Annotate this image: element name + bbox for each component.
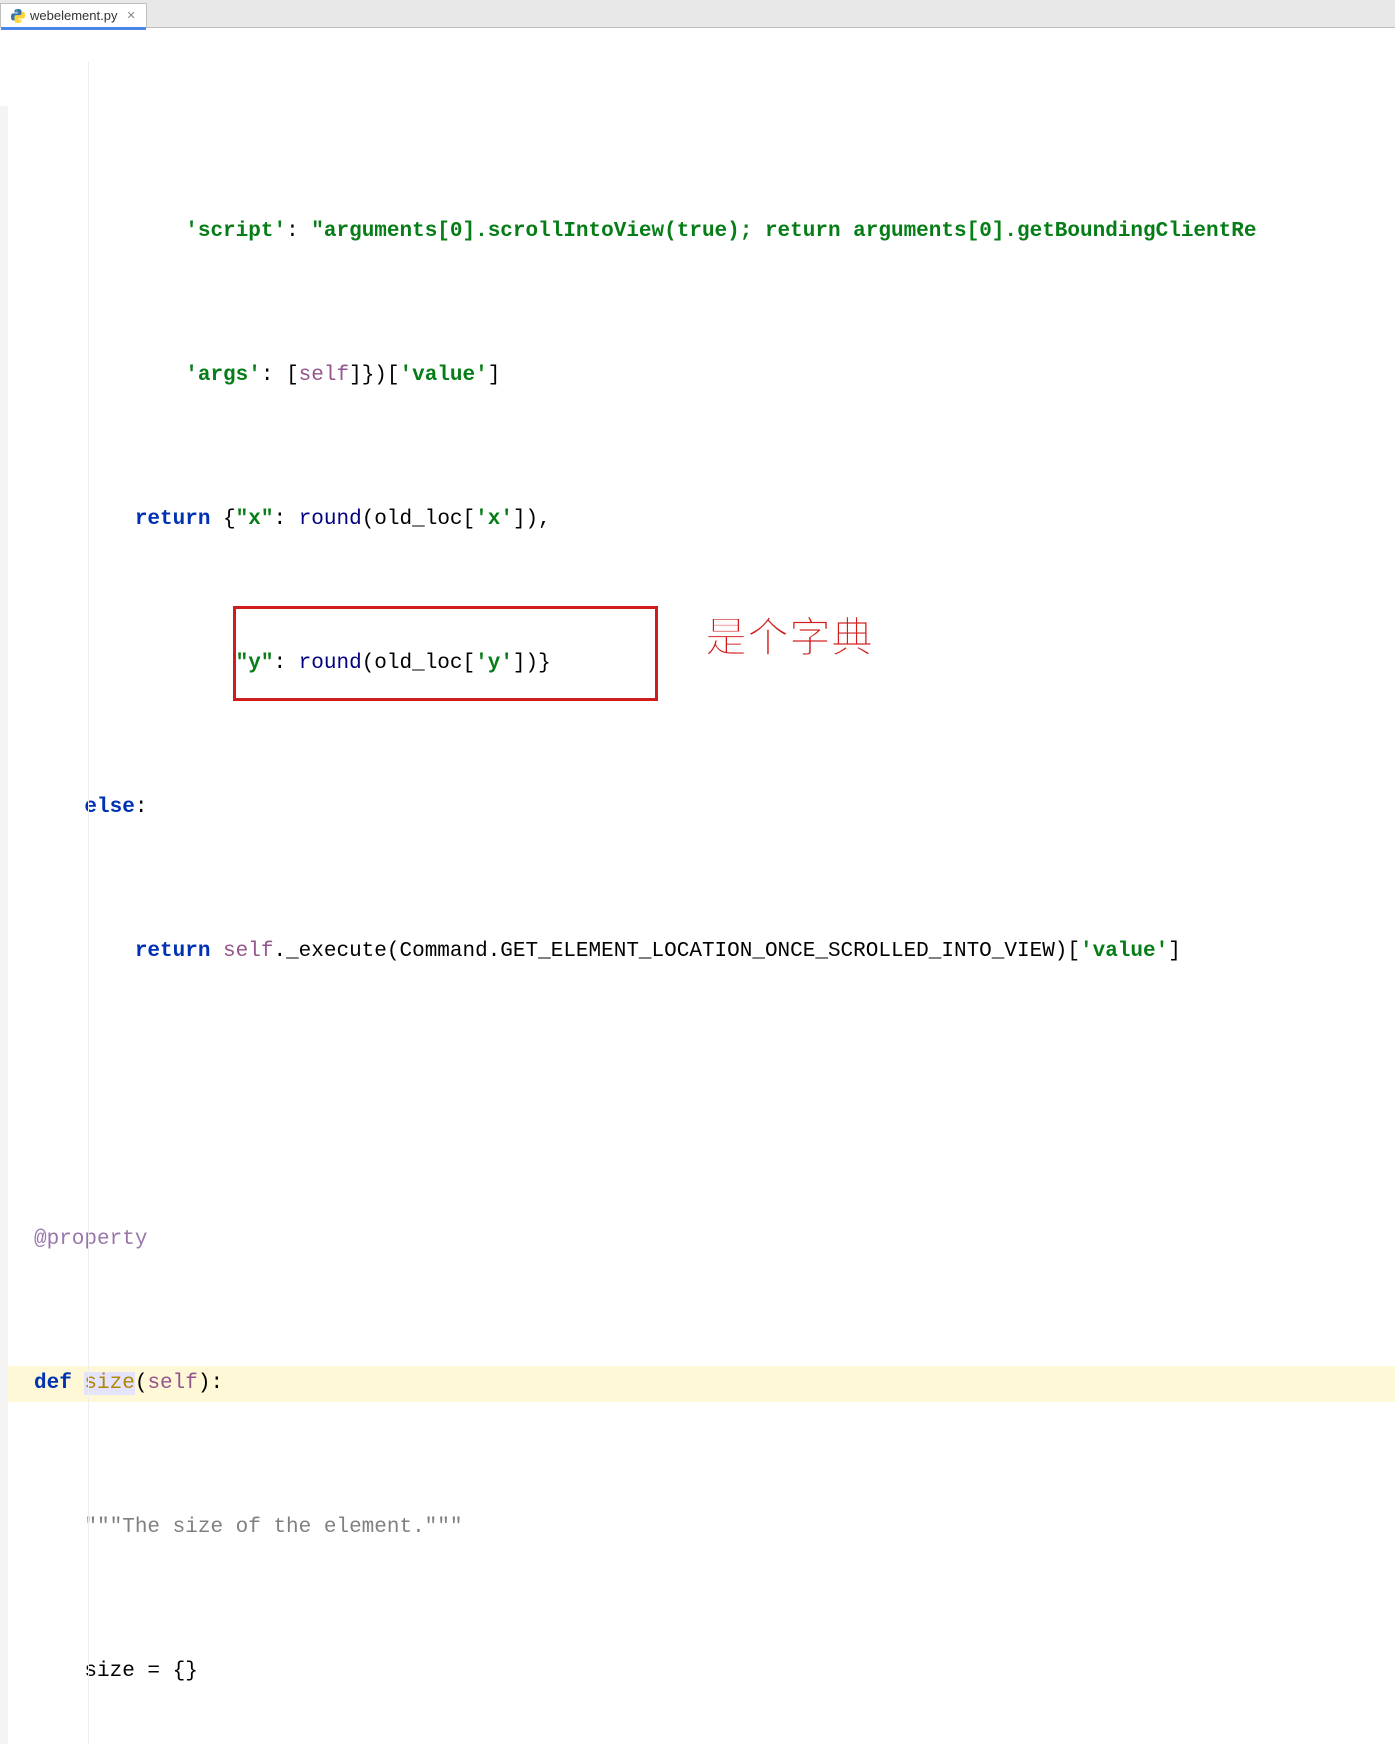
tab-bar: webelement.py ✕ (0, 0, 1395, 28)
python-file-icon (11, 9, 25, 23)
code-editor[interactable]: 'script': "arguments[0].scrollIntoView(t… (0, 28, 1395, 1744)
code-line: return self._execute(Command.GET_ELEMENT… (0, 934, 1395, 970)
code-line: 'script': "arguments[0].scrollIntoView(t… (0, 214, 1395, 250)
code-line: """The size of the element.""" (0, 1510, 1395, 1546)
blank-line (0, 1078, 1395, 1114)
code-line: size = {} (0, 1654, 1395, 1690)
code-line: @property (0, 1222, 1395, 1258)
code-line: 'args': [self]})['value'] (0, 358, 1395, 394)
code-line: else: (0, 790, 1395, 826)
tab-filename: webelement.py (30, 8, 117, 23)
code-line-highlighted: def size(self): (0, 1366, 1395, 1402)
code-line: "y": round(old_loc['y'])} (0, 646, 1395, 682)
indent-guide (88, 62, 89, 1744)
code-line: return {"x": round(old_loc['x']), (0, 502, 1395, 538)
file-tab[interactable]: webelement.py ✕ (0, 3, 147, 27)
gutter (0, 106, 8, 1744)
close-icon[interactable]: ✕ (126, 9, 135, 22)
